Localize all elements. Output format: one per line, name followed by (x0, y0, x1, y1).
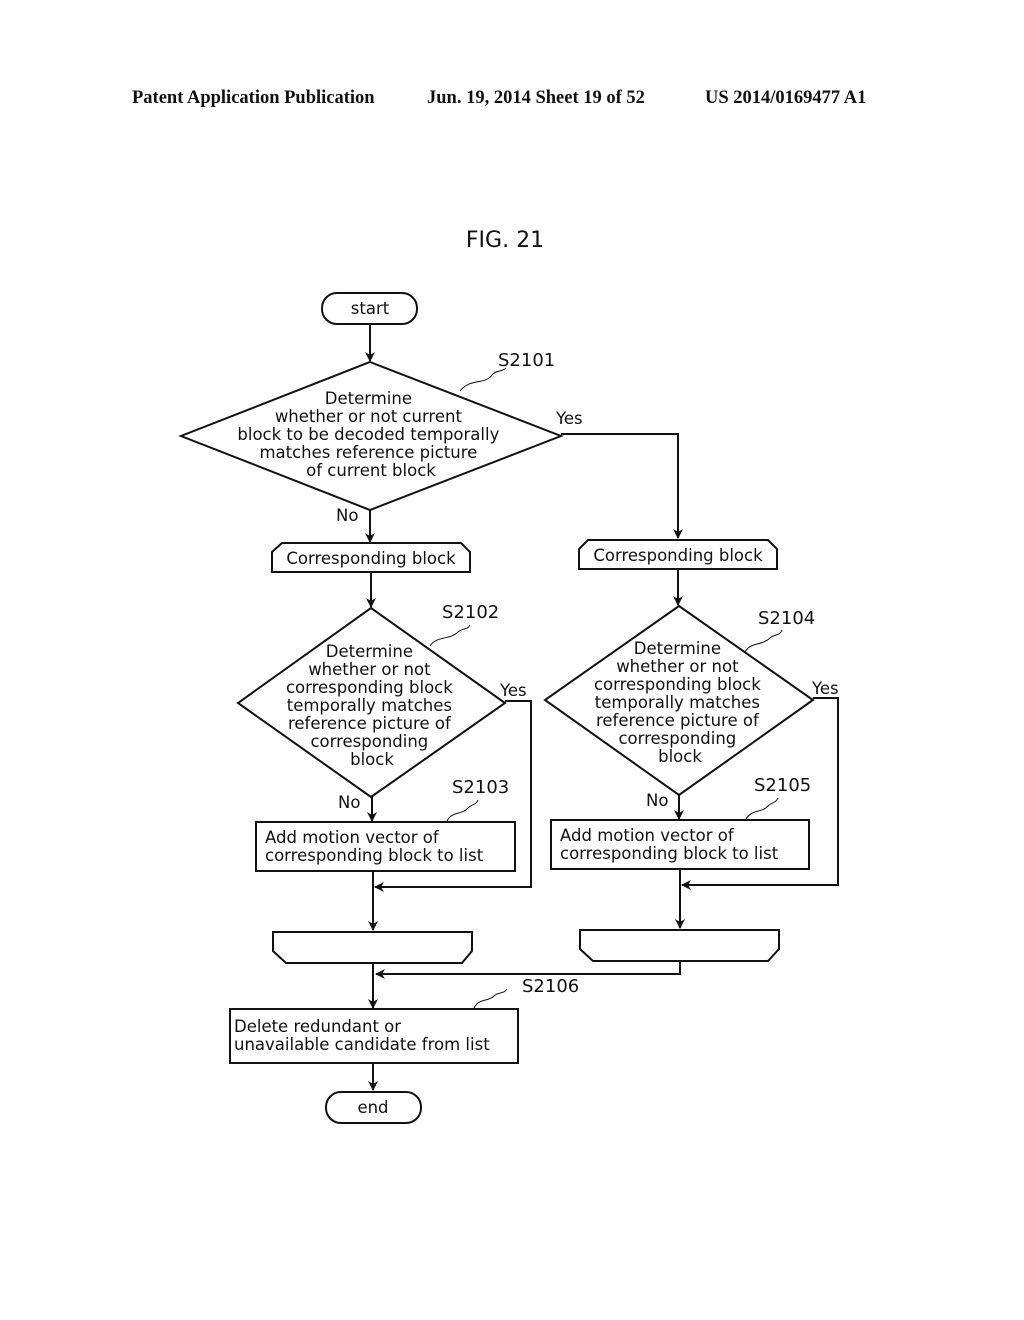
leader-line (459, 367, 507, 392)
leader-line (429, 624, 471, 647)
decision-s2101: Determine whether or not current block t… (178, 360, 564, 512)
decision-s2102-text: Determine whether or not corresponding b… (286, 642, 458, 769)
step-ref-s2101: S2101 (498, 350, 555, 371)
leader-line (744, 629, 783, 653)
step-ref-s2104: S2104 (758, 608, 815, 629)
decision-s2102: Determine whether or not corresponding b… (236, 606, 507, 799)
connector (561, 433, 683, 539)
branch-yes-s2104: Yes (811, 679, 839, 698)
process-s2103: Add motion vector of corresponding block… (255, 821, 516, 872)
end-label: end (357, 1098, 388, 1117)
step-ref-s2105: S2105 (754, 775, 811, 796)
process-s2105: Add motion vector of corresponding block… (550, 819, 810, 870)
step-ref-s2103: S2103 (452, 777, 509, 798)
leader-line (446, 799, 479, 822)
start-terminal: start (321, 292, 418, 325)
branch-no-s2102: No (338, 793, 360, 812)
loop-start-left: Corresponding block (271, 542, 471, 573)
branch-no-s2101: No (336, 506, 358, 525)
decision-s2104: Determine whether or not corresponding b… (543, 604, 815, 797)
loop-start-right-label: Corresponding block (593, 546, 763, 565)
leader-line (473, 988, 508, 1009)
branch-yes-s2102: Yes (499, 681, 527, 700)
process-s2106: Delete redundant or unavailable candidat… (229, 1008, 519, 1064)
decision-s2104-text: Determine whether or not corresponding b… (594, 639, 766, 766)
end-terminal: end (325, 1091, 422, 1124)
start-label: start (351, 299, 390, 318)
loop-start-right: Corresponding block (578, 539, 778, 570)
branch-yes-s2101: Yes (555, 409, 583, 428)
loop-end-right (579, 929, 780, 962)
step-ref-s2102: S2102 (442, 602, 499, 623)
step-ref-s2106: S2106 (522, 976, 579, 997)
figure-title: FIG. 21 (466, 228, 544, 253)
branch-no-s2104: No (646, 791, 668, 810)
loop-end-left (272, 931, 473, 964)
loop-start-left-label: Corresponding block (286, 549, 456, 568)
flowchart: FIG. 21 start Determine whether or not c… (178, 228, 839, 1124)
leader-line (745, 797, 779, 820)
